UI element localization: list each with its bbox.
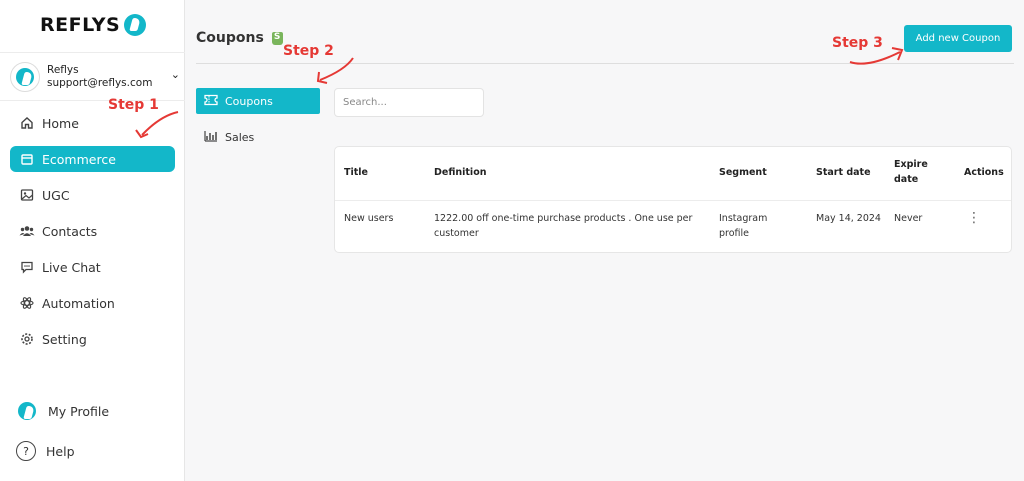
users-icon	[18, 222, 36, 240]
sidebar-item-label: Automation	[42, 295, 115, 311]
cell-segment: Instagram profile	[719, 213, 768, 239]
column-header-expire-date: Expire date	[894, 159, 928, 185]
sidebar-item-label: Setting	[42, 331, 87, 347]
page-title-text: Coupons	[196, 30, 264, 46]
account-name: Reflys	[47, 64, 79, 76]
avatar-brand-icon	[16, 68, 34, 86]
search-input[interactable]	[334, 88, 484, 117]
sidebar: REFLYS Reflys support@reflys.com ⌄ Home …	[0, 0, 185, 481]
sidebar-item-label: Home	[42, 115, 79, 131]
sidebar-item-ecommerce[interactable]: Ecommerce	[10, 146, 175, 172]
help-icon: ?	[16, 441, 36, 461]
column-header-definition: Definition	[434, 167, 487, 178]
sidebar-item-ugc[interactable]: UGC	[10, 182, 175, 208]
tab-sales[interactable]: Sales	[196, 124, 320, 150]
row-actions-kebab-icon[interactable]: ⋮	[967, 211, 981, 225]
sidebar-item-live-chat[interactable]: Live Chat	[10, 254, 175, 280]
coupons-table: Title Definition Segment Start date Expi…	[334, 146, 1012, 253]
sidebar-item-help[interactable]: ? Help	[16, 441, 75, 461]
tab-label: Sales	[225, 130, 255, 144]
avatar	[10, 62, 40, 92]
shopify-icon	[271, 31, 283, 45]
account-info: Reflys support@reflys.com	[47, 64, 152, 90]
sidebar-item-automation[interactable]: Automation	[10, 290, 175, 316]
add-new-coupon-button[interactable]: Add new Coupon	[904, 25, 1012, 52]
sidebar-item-contacts[interactable]: Contacts	[10, 218, 175, 244]
cell-expire-date: Never	[894, 213, 923, 224]
brand-mark-icon	[124, 14, 147, 36]
sidebar-item-setting[interactable]: Setting	[10, 326, 175, 352]
column-header-segment: Segment	[719, 167, 767, 178]
sidebar-item-label: My Profile	[48, 403, 110, 419]
annotation-arrow-2-icon	[316, 57, 354, 84]
cell-title: New users	[344, 213, 394, 224]
sidebar-item-label: Live Chat	[42, 259, 101, 275]
cell-definition: 1222.00 off one-time purchase products .…	[434, 213, 693, 239]
column-header-start-date: Start date	[816, 167, 871, 178]
profile-icon	[16, 400, 38, 422]
chat-icon	[18, 258, 36, 276]
sidebar-item-label: Help	[46, 443, 75, 459]
home-icon	[18, 114, 36, 132]
chevron-down-icon[interactable]: ⌄	[171, 68, 180, 81]
atom-icon	[18, 294, 36, 312]
divider	[0, 52, 185, 53]
account-switcher[interactable]: Reflys support@reflys.com ⌄	[10, 60, 182, 94]
page-title: Coupons	[196, 30, 283, 46]
brand-logo[interactable]: REFLYS	[40, 14, 147, 36]
annotation-arrow-1-icon	[135, 111, 179, 139]
bar-chart-icon	[204, 130, 218, 145]
row-divider	[335, 200, 1011, 201]
sidebar-item-label: UGC	[42, 187, 70, 203]
sidebar-item-label: Ecommerce	[42, 151, 116, 167]
store-icon	[18, 150, 36, 168]
coupon-icon	[204, 94, 218, 109]
brand-name: REFLYS	[40, 14, 121, 36]
tab-label: Coupons	[225, 94, 273, 108]
sidebar-item-label: Contacts	[42, 223, 98, 239]
cell-start-date: May 14, 2024	[816, 213, 881, 224]
gear-icon	[18, 330, 36, 348]
image-icon	[18, 186, 36, 204]
sidebar-item-my-profile[interactable]: My Profile	[16, 400, 109, 422]
tab-coupons[interactable]: Coupons	[196, 88, 320, 114]
column-header-actions: Actions	[964, 167, 1004, 178]
annotation-arrow-3-icon	[849, 47, 904, 65]
account-email: support@reflys.com	[47, 77, 153, 89]
column-header-title: Title	[344, 167, 368, 178]
